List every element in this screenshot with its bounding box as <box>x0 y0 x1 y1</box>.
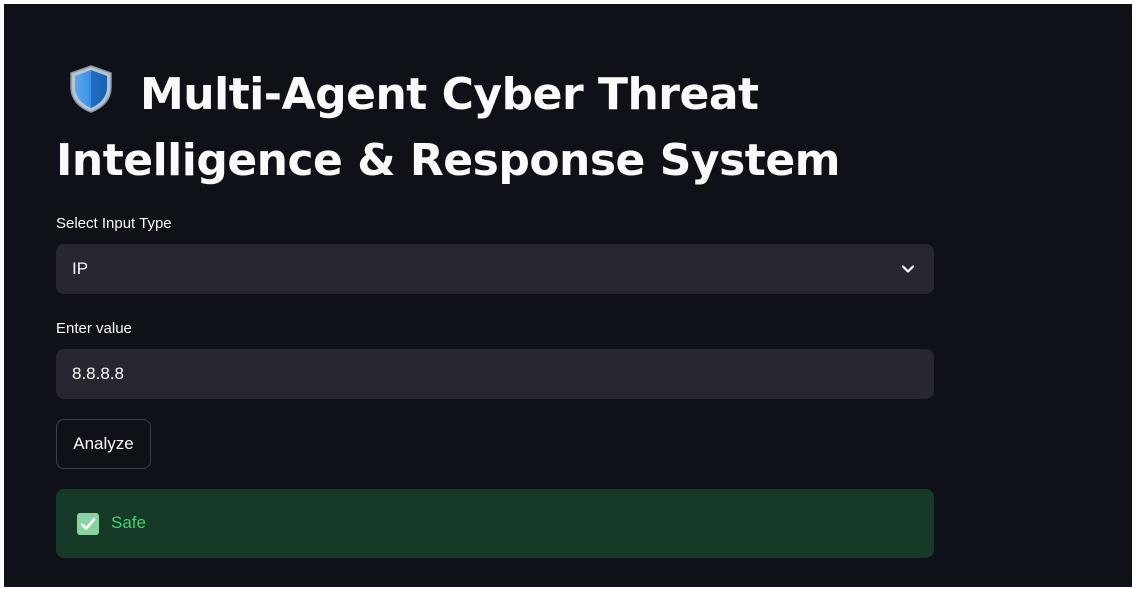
page-title-text: Multi-Agent Cyber Threat Intelligence & … <box>56 69 841 186</box>
input-type-label: Select Input Type <box>56 215 172 232</box>
result-status-text: Safe <box>111 513 146 532</box>
value-input[interactable] <box>56 349 934 399</box>
analyze-button[interactable]: Analyze <box>56 419 151 469</box>
check-box-icon <box>77 513 99 535</box>
shield-icon <box>66 63 116 115</box>
input-type-select[interactable]: IP <box>56 244 934 294</box>
page-title: Multi-Agent Cyber Threat Intelligence & … <box>56 62 956 194</box>
chevron-down-icon[interactable] <box>900 261 916 277</box>
app-container: Multi-Agent Cyber Threat Intelligence & … <box>4 4 1132 587</box>
result-alert: Safe <box>56 489 934 558</box>
input-type-selected-value: IP <box>72 259 89 278</box>
value-input-label: Enter value <box>56 320 132 337</box>
